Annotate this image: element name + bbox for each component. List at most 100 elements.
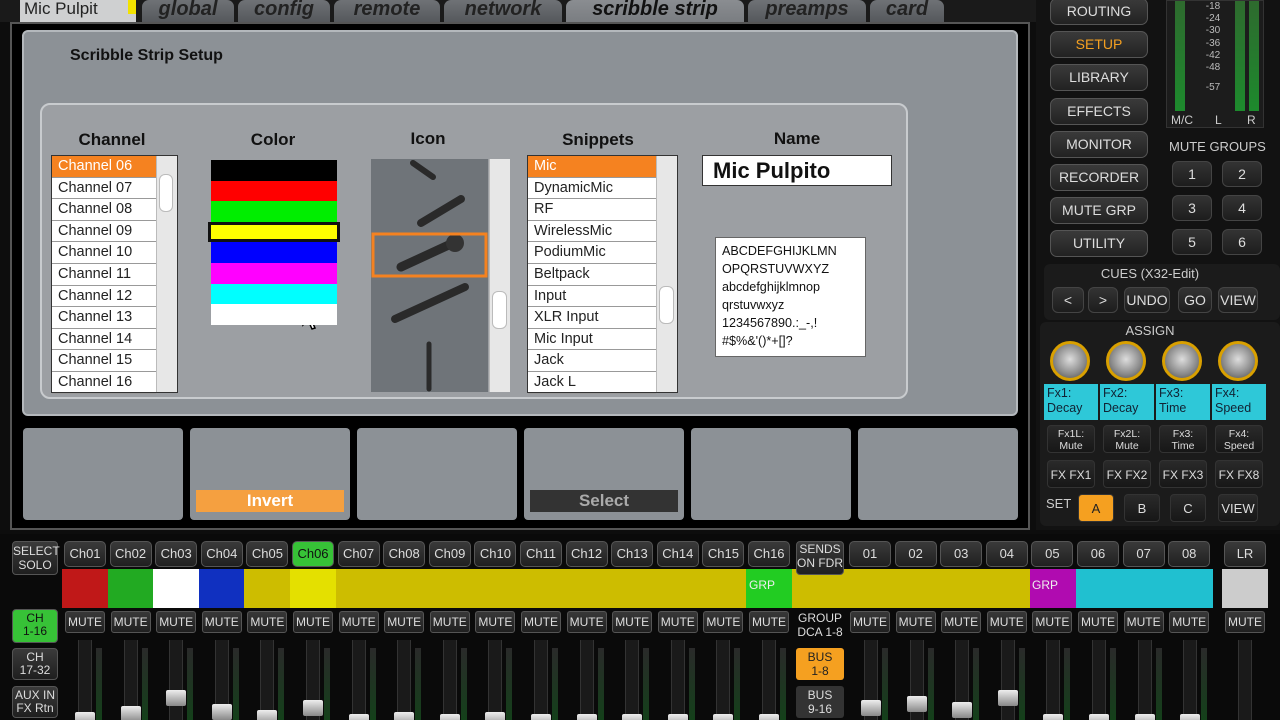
channel-fader-cap[interactable] (713, 714, 734, 720)
channel-fader-cap[interactable] (439, 714, 460, 720)
fx-button[interactable]: FX FX1 (1047, 460, 1095, 488)
menu-monitor-button[interactable]: MONITOR (1050, 130, 1148, 158)
color-swatch[interactable] (211, 160, 337, 181)
snippet-list-item[interactable]: Input (528, 286, 656, 308)
snippets-scrollbar[interactable] (656, 156, 677, 392)
channel-fader-track[interactable] (670, 640, 685, 720)
channel-select-ch02-button[interactable]: Ch02 (109, 541, 152, 567)
channel-select-ch01-button[interactable]: Ch01 (64, 541, 106, 567)
snippet-list-item[interactable]: DynamicMic (528, 178, 656, 200)
bus-fader-cap[interactable] (1089, 714, 1109, 720)
bus-fader-cap[interactable] (1180, 714, 1201, 720)
icon-scroll-thumb[interactable] (492, 291, 507, 329)
bus-fader-track[interactable] (1000, 640, 1015, 720)
lr-fader-track[interactable] (1238, 640, 1252, 720)
bus-fader-cap[interactable] (861, 700, 881, 716)
color-swatch[interactable] (211, 180, 337, 202)
set-view-button[interactable]: VIEW (1218, 494, 1258, 522)
channel-mute-button[interactable]: MUTE (201, 611, 242, 633)
bus-fader-cap[interactable] (1043, 714, 1064, 720)
channel-list-item[interactable]: Channel 06 (52, 156, 156, 178)
channel-select-ch10-button[interactable]: Ch10 (474, 541, 517, 567)
color-swatch[interactable] (208, 221, 340, 243)
mute-group-3-button[interactable]: 3 (1172, 195, 1212, 221)
fx-assign-label[interactable]: Fx2: Decay (1100, 384, 1154, 420)
channel-mute-button[interactable]: MUTE (65, 611, 105, 633)
channel-fader-track[interactable] (534, 640, 548, 720)
function-button-4[interactable]: Select (524, 428, 684, 520)
channel-fader-track[interactable] (78, 640, 92, 720)
bus-fader-track[interactable] (1092, 640, 1106, 720)
channel-fader-cap[interactable] (759, 714, 779, 720)
character-set[interactable]: ABCDEFGHIJKLMN OPQRSTUVWXYZ abcdefghijkl… (715, 237, 866, 357)
ch-17-32-button[interactable]: CH 17-32 (12, 648, 58, 680)
icon-list-scrollbar[interactable] (489, 159, 510, 392)
bus-mute-button[interactable]: MUTE (850, 611, 890, 633)
tab-config[interactable]: config (238, 0, 330, 22)
channel-list-item[interactable]: Channel 13 (52, 307, 156, 329)
snippets-scroll-thumb[interactable] (659, 286, 674, 324)
function-button-3[interactable] (357, 428, 517, 520)
channel-mute-button[interactable]: MUTE (749, 611, 789, 633)
cues-undo-button[interactable]: UNDO (1124, 287, 1170, 313)
channel-select-ch06-button[interactable]: Ch06 (292, 541, 334, 567)
menu-library-button[interactable]: LIBRARY (1050, 64, 1148, 92)
channel-select-ch04-button[interactable]: Ch04 (200, 541, 243, 567)
assign-knob-1[interactable] (1050, 341, 1090, 381)
channel-fader-cap[interactable] (211, 704, 232, 720)
snippets-list[interactable]: Mic DynamicMic RF WirelessMic PodiumMic Beltp… (527, 155, 678, 394)
fx-button[interactable]: FX FX3 (1159, 460, 1207, 488)
bus-mute-button[interactable]: MUTE (1078, 611, 1118, 633)
tab-network[interactable]: network (444, 0, 562, 22)
select-button[interactable]: Select (530, 490, 678, 512)
snippet-list-item[interactable]: RF (528, 199, 656, 221)
menu-recorder-button[interactable]: RECORDER (1050, 164, 1148, 191)
function-button-2[interactable]: Invert (190, 428, 350, 520)
channel-fader-cap[interactable] (485, 712, 506, 720)
menu-setup-button[interactable]: SETUP (1050, 31, 1148, 59)
bus-07-select-button[interactable]: 07 (1122, 541, 1165, 567)
channel-fader-cap[interactable] (576, 714, 597, 720)
fx-assign-small-button[interactable]: Fx1L: Mute (1047, 425, 1095, 453)
bus-fader-cap[interactable] (997, 690, 1018, 706)
channel-list[interactable]: Channel 06 Channel 07 Channel 08 Channel 09… (51, 155, 178, 394)
channel-fader-track[interactable] (442, 640, 457, 720)
bus-mute-button[interactable]: MUTE (1032, 611, 1073, 633)
channel-select-ch12-button[interactable]: Ch12 (565, 541, 608, 567)
snippet-list-item[interactable]: WirelessMic (528, 221, 656, 243)
fx-assign-label[interactable]: Fx3: Time (1156, 384, 1210, 420)
mute-group-1-button[interactable]: 1 (1172, 161, 1212, 187)
assign-knob-2[interactable] (1106, 341, 1146, 381)
channel-fader-cap[interactable] (667, 714, 688, 720)
lr-mute-button[interactable]: MUTE (1225, 611, 1265, 633)
bus-04-select-button[interactable]: 04 (985, 541, 1028, 567)
channel-list-item[interactable]: Channel 14 (52, 329, 156, 351)
channel-fader-track[interactable] (716, 640, 731, 720)
function-button-1[interactable] (23, 428, 183, 520)
color-swatch[interactable] (211, 283, 337, 305)
channel-mute-button[interactable]: MUTE (612, 611, 653, 633)
bus-06-select-button[interactable]: 06 (1077, 541, 1119, 567)
cues-go-button[interactable]: GO (1178, 287, 1212, 313)
channel-select-ch13-button[interactable]: Ch13 (611, 541, 654, 567)
channel-list-scrollbar[interactable] (156, 156, 177, 392)
channel-mute-button[interactable]: MUTE (566, 611, 607, 633)
bus-fader-cap[interactable] (952, 702, 973, 718)
bus-mute-button[interactable]: MUTE (1123, 611, 1164, 633)
channel-fader-track[interactable] (488, 640, 503, 720)
function-button-6[interactable] (858, 428, 1018, 520)
color-swatch[interactable] (211, 201, 337, 222)
group-dca-button[interactable]: GROUP DCA 1-8 (796, 611, 844, 643)
channel-select-ch03-button[interactable]: Ch03 (155, 541, 198, 567)
channel-mute-button[interactable]: MUTE (521, 611, 561, 633)
fx-assign-small-button[interactable]: Fx3: Time (1159, 425, 1207, 453)
menu-routing-button[interactable]: ROUTING (1050, 0, 1148, 25)
channel-fader-cap[interactable] (303, 700, 323, 716)
channel-mute-button[interactable]: MUTE (475, 611, 516, 633)
channel-fader-track[interactable] (397, 640, 412, 720)
color-swatch[interactable] (211, 263, 337, 284)
tab-card[interactable]: card (870, 0, 944, 22)
fx-assign-label[interactable]: Fx4: Speed (1212, 384, 1266, 420)
snippet-list-item[interactable]: XLR Input (528, 307, 656, 329)
bus-03-select-button[interactable]: 03 (940, 541, 983, 567)
